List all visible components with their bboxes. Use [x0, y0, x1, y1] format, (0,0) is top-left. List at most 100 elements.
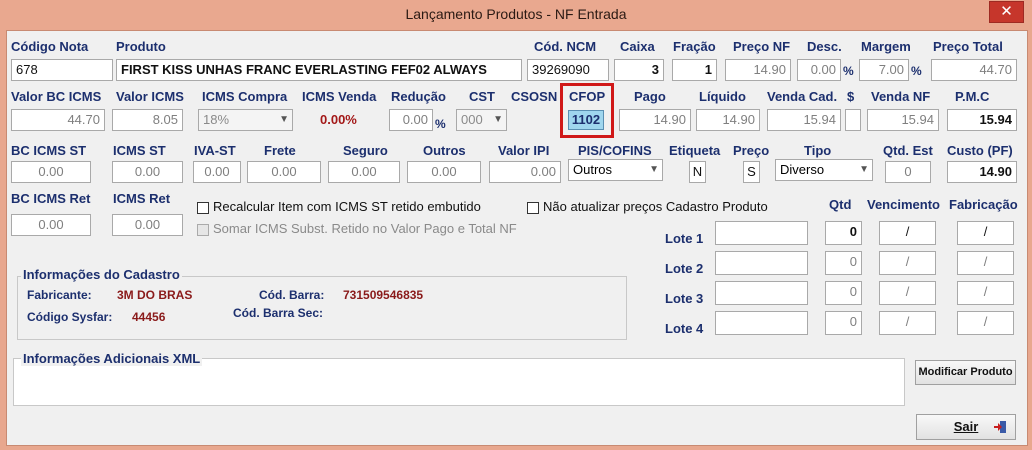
etiqueta-field[interactable]: N: [689, 161, 706, 183]
nao-atualizar-checkbox[interactable]: [527, 202, 539, 214]
iva-st-label: IVA-ST: [194, 143, 236, 158]
preco-total-field[interactable]: 44.70: [931, 59, 1017, 81]
lote-label: Lote 3: [665, 291, 704, 306]
tipo-select[interactable]: Diverso ▼: [775, 159, 873, 181]
frete-field[interactable]: 0.00: [247, 161, 321, 183]
reducao-label: Redução: [391, 89, 446, 104]
bc-icms-st-label: BC ICMS ST: [11, 143, 87, 158]
desc-field[interactable]: 0.00: [797, 59, 841, 81]
vencimento-header: Vencimento: [867, 197, 940, 212]
outros-field[interactable]: 0.00: [407, 161, 481, 183]
desc-percent: %: [843, 64, 854, 78]
margem-percent: %: [911, 64, 922, 78]
valor-icms-field[interactable]: 8.05: [112, 109, 183, 131]
icms-compra-value: 18%: [203, 112, 230, 127]
lote-field[interactable]: [715, 311, 808, 335]
cfop-field[interactable]: 1102: [568, 110, 604, 130]
seguro-field[interactable]: 0.00: [328, 161, 400, 183]
valor-bc-icms-label: Valor BC ICMS: [11, 89, 102, 104]
pis-cofins-select[interactable]: Outros ▼: [568, 159, 663, 181]
icms-ret-field[interactable]: 0.00: [112, 214, 183, 236]
fracao-field[interactable]: 1: [672, 59, 717, 81]
custo-pf-field[interactable]: 14.90: [947, 161, 1017, 183]
bc-icms-ret-field[interactable]: 0.00: [11, 214, 91, 236]
sair-label: Sair: [953, 419, 979, 434]
lote-field[interactable]: [715, 281, 808, 305]
lote-fabricacao-field[interactable]: /: [957, 281, 1014, 305]
liquido-field[interactable]: 14.90: [696, 109, 760, 131]
reducao-field[interactable]: 0.00: [389, 109, 433, 131]
tipo-label: Tipo: [804, 143, 832, 158]
lote-vencimento-field[interactable]: /: [879, 281, 936, 305]
modificar-produto-label: Modificar Produto: [918, 366, 1013, 378]
cod-ncm-label: Cód. NCM: [534, 39, 597, 54]
pago-field[interactable]: 14.90: [619, 109, 691, 131]
lote-field[interactable]: [715, 221, 808, 245]
window-title: Lançamento Produtos - NF Entrada: [405, 6, 627, 22]
modificar-produto-button[interactable]: Modificar Produto: [915, 360, 1016, 385]
cst-label: CST: [469, 89, 495, 104]
icms-compra-label: ICMS Compra: [202, 89, 288, 104]
liquido-label: Líquido: [699, 89, 746, 104]
lote-fabricacao-field[interactable]: /: [957, 221, 1014, 245]
pis-cofins-value: Outros: [573, 162, 613, 177]
bc-icms-st-field[interactable]: 0.00: [11, 161, 91, 183]
cod-ncm-field[interactable]: 39269090: [527, 59, 609, 81]
chevron-down-icon: ▼: [649, 164, 659, 175]
lote-fabricacao-field[interactable]: /: [957, 251, 1014, 275]
pmc-label: P.M.C: [955, 89, 990, 104]
lote-qtd-field[interactable]: 0: [825, 251, 862, 275]
valor-ipi-field[interactable]: 0.00: [489, 161, 561, 183]
lote-label: Lote 4: [665, 321, 704, 336]
caixa-field[interactable]: 3: [614, 59, 664, 81]
lote-vencimento-field[interactable]: /: [879, 251, 936, 275]
valor-icms-label: Valor ICMS: [116, 89, 184, 104]
qtd-est-label: Qtd. Est: [883, 143, 933, 158]
somar-checkbox-label: Somar ICMS Subst. Retido no Valor Pago e…: [213, 221, 517, 236]
icms-compra-select[interactable]: 18% ▼: [198, 109, 293, 131]
fabricante-value: 3M DO BRAS: [117, 288, 193, 302]
qtd-est-field[interactable]: 0: [885, 161, 931, 183]
dollar-field[interactable]: [845, 109, 861, 131]
preco-field[interactable]: S: [743, 161, 760, 183]
preco-nf-field[interactable]: 14.90: [725, 59, 791, 81]
lote-qtd-field[interactable]: 0: [825, 281, 862, 305]
margem-field[interactable]: 7.00: [859, 59, 909, 81]
produto-field[interactable]: FIRST KISS UNHAS FRANC EVERLASTING FEF02…: [116, 59, 522, 81]
cadastro-title: Informações do Cadastro: [21, 267, 182, 282]
dollar-label: $: [847, 89, 855, 104]
chevron-down-icon: ▼: [493, 114, 503, 125]
icms-st-label: ICMS ST: [113, 143, 166, 158]
venda-nf-field[interactable]: 15.94: [867, 109, 939, 131]
tipo-value: Diverso: [780, 162, 825, 177]
venda-cad-field[interactable]: 15.94: [767, 109, 841, 131]
lote-fabricacao-field[interactable]: /: [957, 311, 1014, 335]
lote-qtd-field[interactable]: 0: [825, 311, 862, 335]
recalcular-checkbox[interactable]: [197, 202, 209, 214]
desc-label: Desc.: [807, 39, 842, 54]
xml-title: Informações Adicionais XML: [21, 351, 203, 366]
custo-pf-label: Custo (PF): [947, 143, 1013, 158]
sair-button[interactable]: Sair: [916, 414, 1016, 440]
valor-ipi-label: Valor IPI: [498, 143, 550, 158]
somar-checkbox[interactable]: [197, 224, 209, 236]
cod-barra-sec-label: Cód. Barra Sec:: [233, 306, 324, 320]
margem-label: Margem: [861, 39, 911, 54]
cfop-label: CFOP: [569, 89, 606, 104]
pmc-field[interactable]: 15.94: [947, 109, 1017, 131]
fabricante-label: Fabricante:: [27, 288, 92, 302]
lote-vencimento-field[interactable]: /: [879, 221, 936, 245]
lote-label: Lote 1: [665, 231, 704, 246]
lote-vencimento-field[interactable]: /: [879, 311, 936, 335]
valor-bc-icms-field[interactable]: 44.70: [11, 109, 105, 131]
codigo-nota-field[interactable]: 678: [11, 59, 113, 81]
reducao-percent: %: [435, 117, 446, 131]
iva-st-field[interactable]: 0.00: [193, 161, 241, 183]
recalcular-checkbox-label: Recalcular Item com ICMS ST retido embut…: [213, 199, 481, 214]
cst-select[interactable]: 000 ▼: [456, 109, 507, 131]
lote-field[interactable]: [715, 251, 808, 275]
close-icon[interactable]: ✕: [989, 1, 1024, 23]
lote-qtd-field[interactable]: 0: [825, 221, 862, 245]
icms-st-field[interactable]: 0.00: [112, 161, 183, 183]
pago-label: Pago: [634, 89, 666, 104]
